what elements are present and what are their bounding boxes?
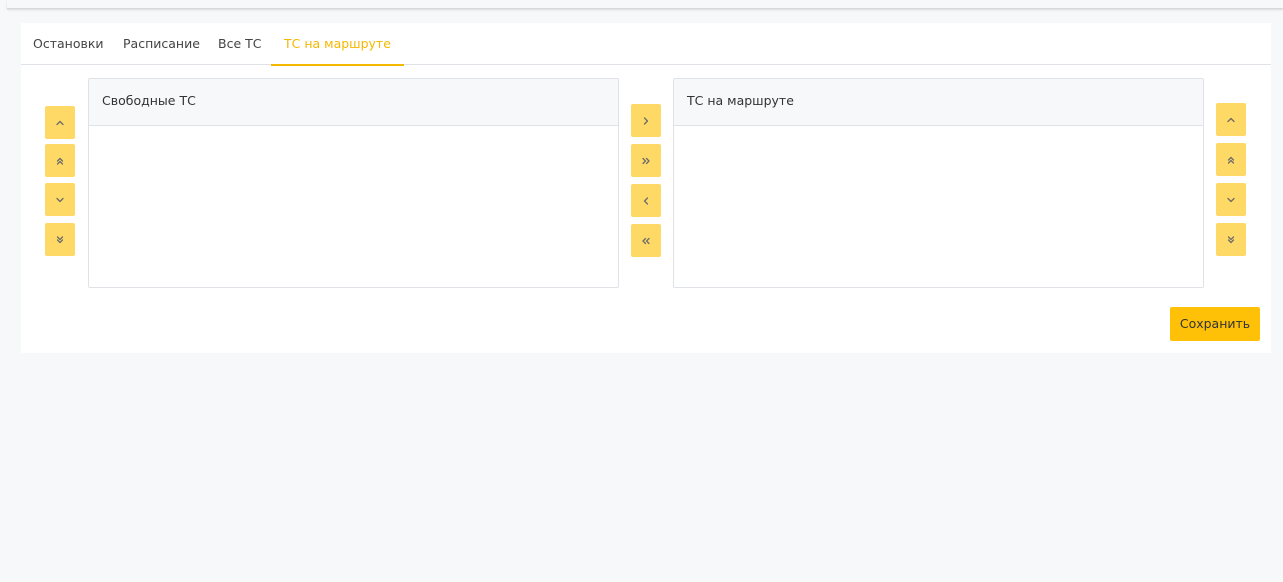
move-to-bottom-button[interactable] bbox=[45, 223, 75, 256]
move-to-top-button[interactable] bbox=[1216, 143, 1246, 176]
move-down-button[interactable] bbox=[1216, 183, 1246, 216]
move-selected-right-button[interactable] bbox=[631, 104, 661, 137]
tab-vehicles-on-route[interactable]: ТС на маршруте bbox=[271, 23, 404, 66]
double-chevron-up-icon bbox=[56, 157, 64, 165]
chevron-down-icon bbox=[1227, 197, 1235, 202]
free-vehicles-panel: Свободные ТС bbox=[88, 78, 619, 288]
double-chevron-down-icon bbox=[56, 235, 64, 243]
chevron-down-icon bbox=[56, 197, 64, 202]
move-all-left-button[interactable] bbox=[631, 224, 661, 257]
double-chevron-up-icon bbox=[1227, 156, 1235, 164]
move-to-bottom-button[interactable] bbox=[1216, 223, 1246, 256]
route-vehicles-list[interactable] bbox=[674, 126, 1203, 287]
move-down-button[interactable] bbox=[45, 183, 75, 216]
double-chevron-right-icon bbox=[642, 157, 650, 164]
tab-stops[interactable]: Остановки bbox=[33, 23, 104, 65]
move-selected-left-button[interactable] bbox=[631, 184, 661, 217]
chevron-up-icon bbox=[56, 120, 64, 125]
tab-all-vehicles[interactable]: Все ТС bbox=[218, 23, 261, 65]
route-vehicles-panel: ТС на маршруте bbox=[673, 78, 1204, 288]
move-to-top-button[interactable] bbox=[45, 144, 75, 177]
free-vehicles-list[interactable] bbox=[89, 126, 618, 287]
tab-bar: Остановки Расписание Все ТС ТС на маршру… bbox=[21, 23, 1271, 66]
free-vehicles-title: Свободные ТС bbox=[89, 79, 618, 126]
move-up-button[interactable] bbox=[1216, 103, 1246, 136]
move-up-button[interactable] bbox=[45, 106, 75, 139]
save-button[interactable]: Сохранить bbox=[1170, 307, 1260, 341]
route-vehicles-card: Остановки Расписание Все ТС ТС на маршру… bbox=[21, 23, 1271, 353]
move-all-right-button[interactable] bbox=[631, 144, 661, 177]
double-chevron-left-icon bbox=[642, 237, 650, 244]
tab-schedule[interactable]: Расписание bbox=[123, 23, 200, 65]
double-chevron-down-icon bbox=[1227, 235, 1235, 243]
route-vehicles-title: ТС на маршруте bbox=[674, 79, 1203, 126]
chevron-up-icon bbox=[1227, 117, 1235, 122]
top-bar bbox=[7, 0, 1283, 9]
chevron-left-icon bbox=[643, 196, 649, 205]
chevron-right-icon bbox=[643, 116, 649, 125]
